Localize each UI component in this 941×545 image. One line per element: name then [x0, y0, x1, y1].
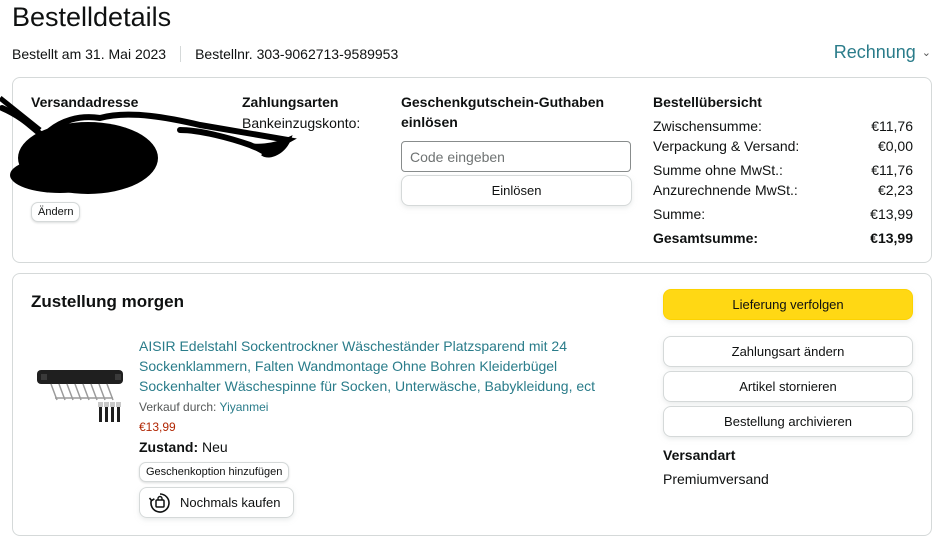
divider	[180, 46, 182, 62]
summary-value: €13,99	[870, 206, 913, 222]
seller-link[interactable]: Yiyanmei	[220, 400, 269, 414]
condition-value: Neu	[202, 439, 228, 455]
summary-label: Gesamtsumme:	[653, 230, 759, 246]
condition: Zustand: Neu	[139, 439, 228, 455]
condition-label: Zustand:	[139, 439, 199, 455]
summary-row: Verpackung & Versand: €0,00	[653, 138, 913, 154]
summary-label: Summe:	[653, 206, 706, 222]
cancel-items-button[interactable]: Artikel stornieren	[663, 371, 913, 402]
shipping-type-heading: Versandart	[663, 447, 736, 463]
order-summary-heading: Bestellübersicht	[653, 94, 762, 110]
page-title: Bestelldetails	[12, 2, 172, 32]
summary-value: €0,00	[877, 138, 913, 154]
delivery-panel: Zustellung morgen AISIR Edelstahl Socken…	[12, 273, 932, 536]
buy-again-button[interactable]: Nochmals kaufen	[139, 487, 294, 518]
buy-again-label: Nochmals kaufen	[180, 495, 281, 510]
change-payment-button[interactable]: Zahlungsart ändern	[663, 336, 913, 367]
shipping-type-value: Premiumversand	[663, 471, 769, 487]
summary-value: €13,99	[870, 230, 913, 246]
delivery-title: Zustellung morgen	[31, 292, 184, 311]
summary-row: Anzurechnende MwSt.: €2,23	[653, 182, 913, 198]
summary-row: Summe: €13,99	[653, 206, 913, 222]
buy-again-icon	[148, 492, 170, 513]
summary-label: Verpackung & Versand:	[653, 138, 800, 154]
summary-row: Zwischensumme: €11,76	[653, 118, 913, 134]
giftcard-code-input[interactable]	[401, 141, 631, 172]
summary-label: Zwischensumme:	[653, 118, 762, 134]
redaction-scribble	[0, 96, 297, 194]
invoice-dropdown[interactable]: Rechnung ⌄	[834, 42, 931, 63]
redeem-button[interactable]: Einlösen	[401, 175, 632, 206]
summary-total-row: Gesamtsumme: €13,99	[653, 230, 913, 246]
order-number: Bestellnr. 303-9062713-9589953	[195, 46, 399, 62]
product-image[interactable]	[37, 352, 127, 424]
summary-value: €2,23	[877, 182, 913, 198]
product-price: €13,99	[139, 420, 176, 434]
giftcard-heading-line2: einlösen	[401, 114, 458, 130]
seller-info: Verkauf durch: Yiyanmei	[139, 400, 268, 414]
summary-row: Summe ohne MwSt.: €11,76	[653, 162, 913, 178]
gift-option-button[interactable]: Geschenkoption hinzufügen	[139, 462, 290, 482]
archive-order-button[interactable]: Bestellung archivieren	[663, 406, 913, 437]
product-title-link[interactable]: AISIR Edelstahl Sockentrockner Wäschestä…	[139, 336, 609, 396]
summary-value: €11,76	[871, 118, 913, 134]
order-meta: Bestellt am 31. Mai 2023 Bestellnr. 303-…	[12, 46, 398, 62]
invoice-label: Rechnung	[833, 42, 916, 62]
summary-label: Anzurechnende MwSt.:	[653, 182, 798, 198]
track-package-button[interactable]: Lieferung verfolgen	[663, 289, 913, 320]
change-address-button[interactable]: Ändern	[31, 202, 81, 222]
chevron-down-icon: ⌄	[921, 47, 931, 59]
seller-prefix: Verkauf durch:	[139, 400, 217, 414]
summary-label: Summe ohne MwSt.:	[653, 162, 783, 178]
giftcard-heading-line1: Geschenkgutschein-Guthaben	[401, 94, 605, 110]
summary-value: €11,76	[871, 162, 913, 178]
order-date: Bestellt am 31. Mai 2023	[12, 46, 167, 62]
